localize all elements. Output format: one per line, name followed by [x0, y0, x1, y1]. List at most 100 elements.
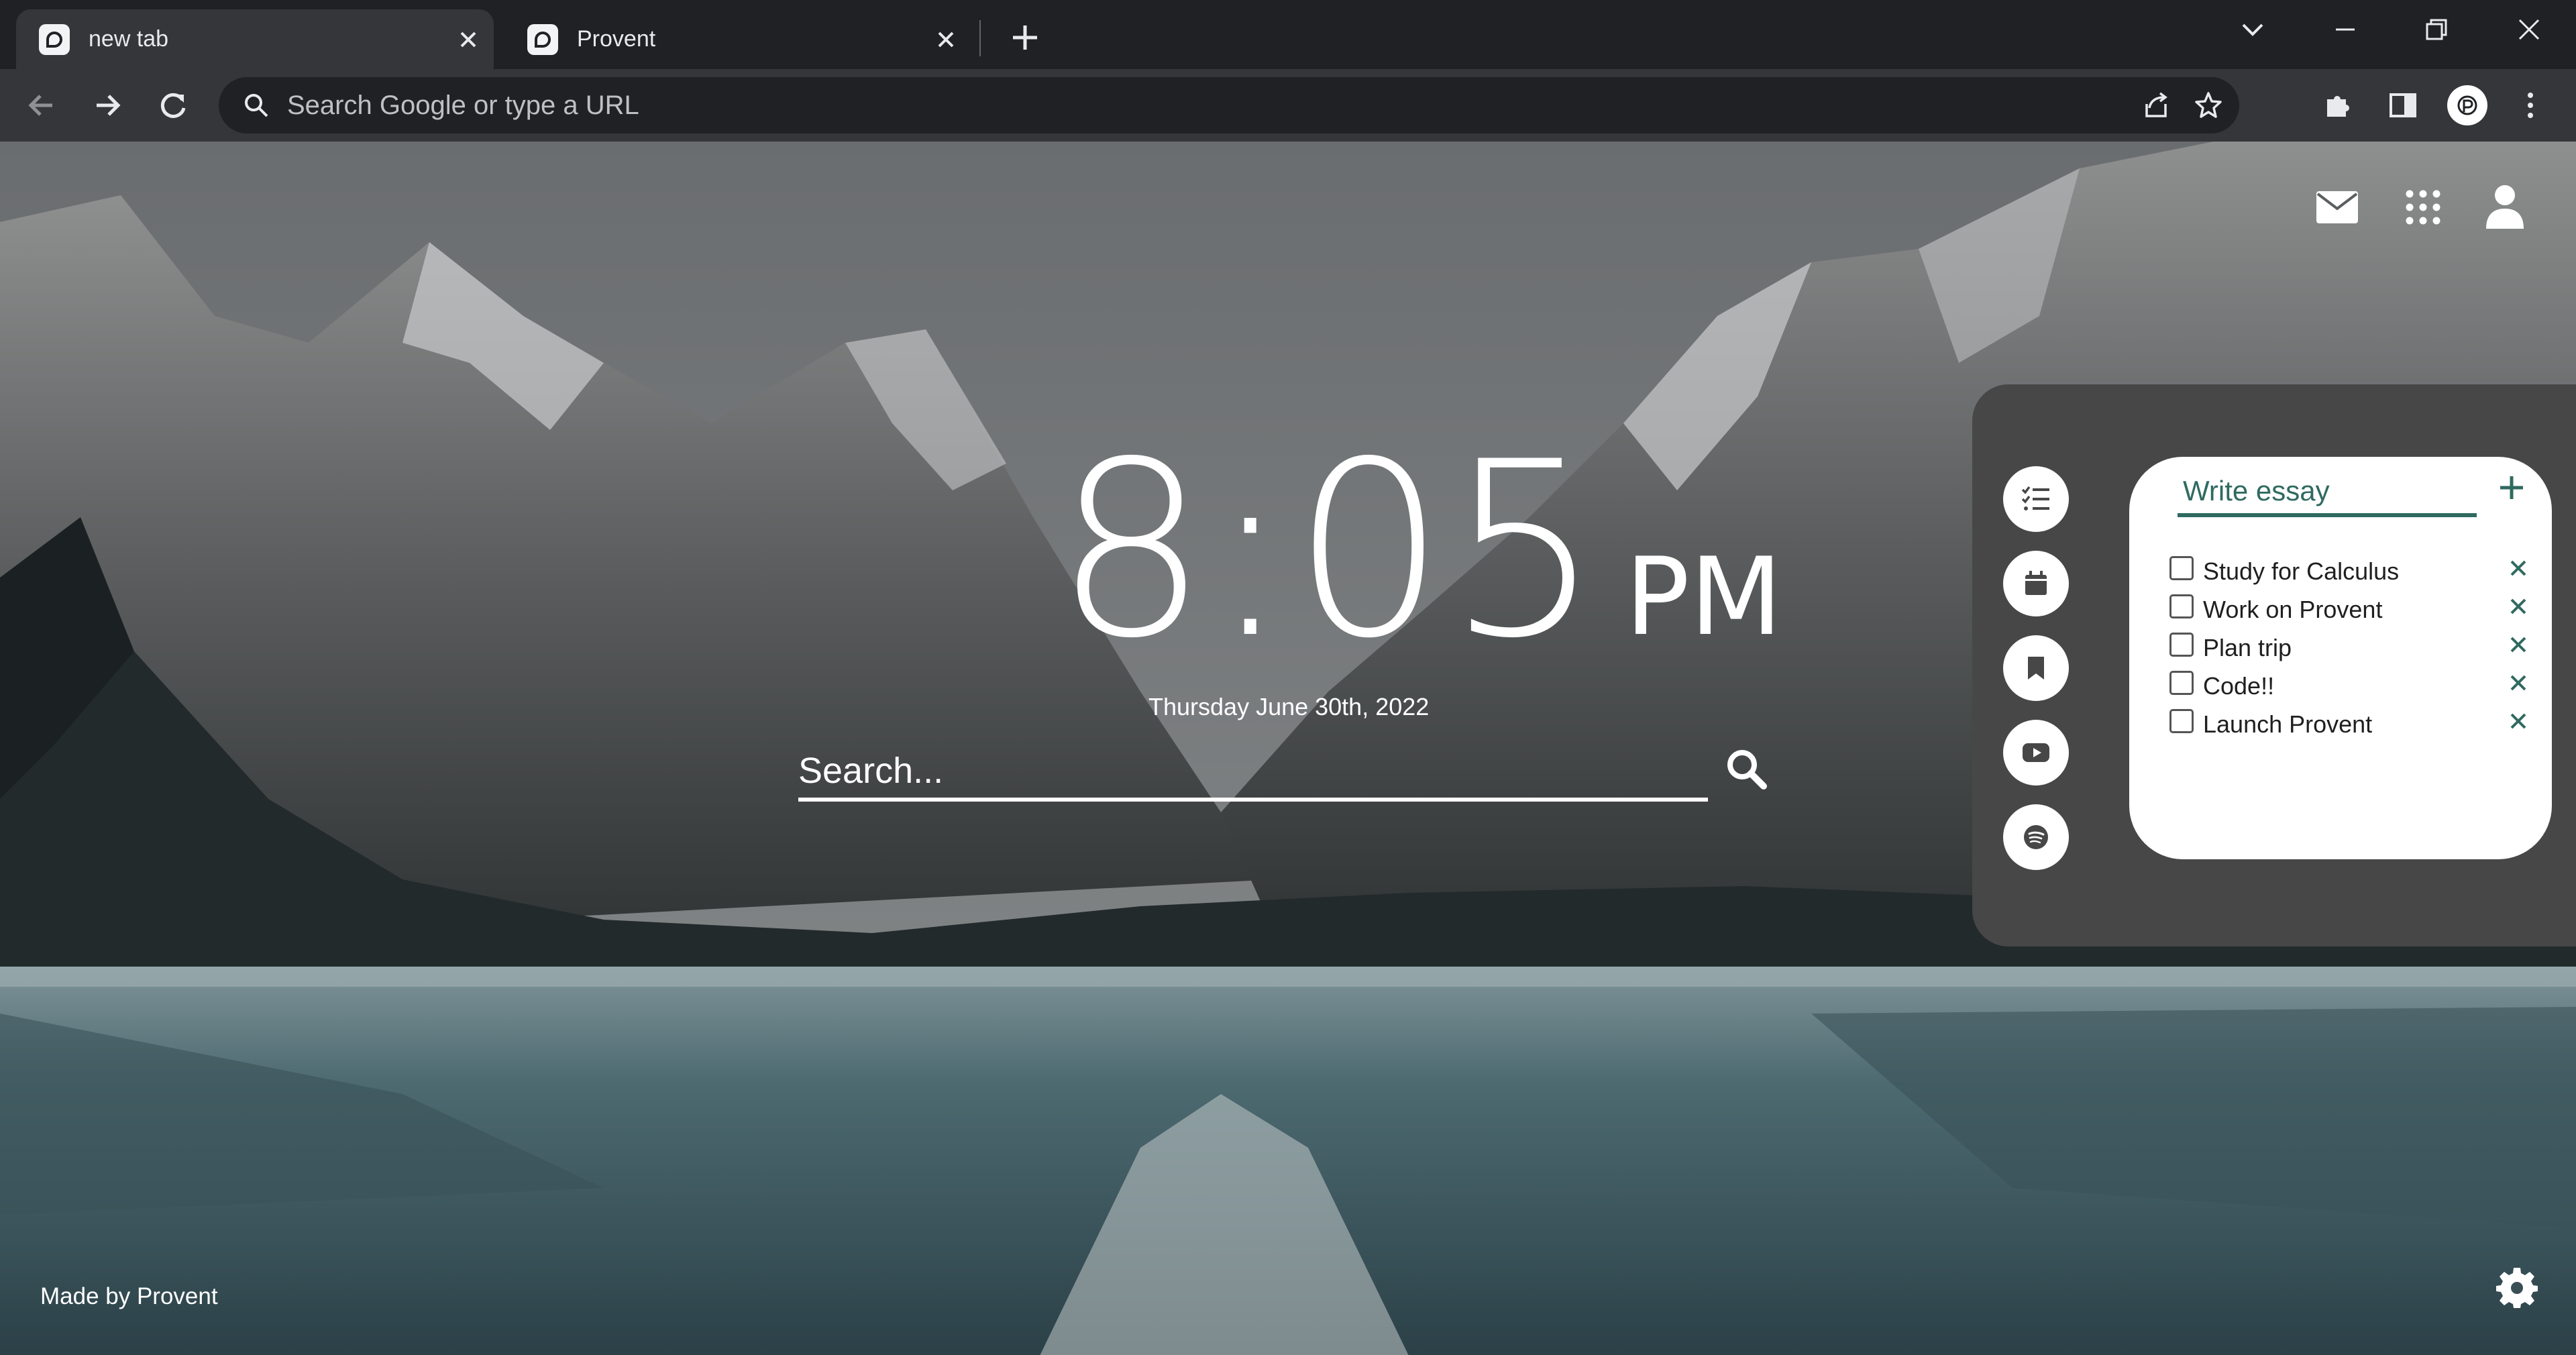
todo-checkbox[interactable] — [2169, 708, 2194, 733]
bookmarks-tab-button[interactable] — [2003, 635, 2069, 701]
tab-new-tab[interactable]: new tab — [16, 9, 494, 69]
todo-checkbox[interactable] — [2169, 555, 2194, 580]
tab-provent[interactable]: Provent — [504, 9, 971, 69]
side-panel-icon — [2390, 93, 2416, 117]
puzzle-icon — [2327, 96, 2349, 117]
todo-list: Study for Calculus Work on Provent Plan tr… — [2169, 552, 2532, 743]
search-submit-button[interactable] — [1723, 745, 1770, 792]
bookmark-icon — [2028, 657, 2044, 680]
browser-menu-button[interactable] — [2509, 84, 2552, 127]
remove-todo-button[interactable] — [2505, 669, 2532, 696]
forward-button[interactable] — [86, 84, 129, 127]
calendar-icon — [2025, 571, 2047, 595]
todo-item: Study for Calculus — [2169, 552, 2532, 590]
spotify-tab-button[interactable] — [2003, 804, 2069, 870]
close-window-button[interactable] — [2502, 9, 2556, 50]
mail-button[interactable] — [2310, 180, 2364, 234]
minimize-button[interactable] — [2318, 9, 2372, 50]
todo-item: Launch Provent — [2169, 705, 2532, 743]
clock: 8:05 PM — [1055, 430, 1782, 671]
todo-checkbox[interactable] — [2169, 594, 2194, 618]
reload-icon — [160, 93, 186, 118]
back-button[interactable] — [20, 84, 63, 127]
tab-title: new tab — [89, 26, 169, 52]
new-tab-button[interactable] — [1004, 16, 1046, 59]
address-input[interactable] — [287, 90, 2135, 121]
close-icon — [938, 32, 954, 47]
todo-item-label: Code!! — [2203, 671, 2275, 700]
todo-item: Work on Provent — [2169, 590, 2532, 629]
arrow-left-icon — [28, 95, 52, 116]
provent-icon — [2457, 95, 2477, 115]
todo-tab-button[interactable] — [2003, 466, 2069, 532]
mail-icon — [2316, 191, 2358, 223]
provent-icon — [39, 23, 70, 55]
apps-button[interactable] — [2396, 180, 2450, 234]
arrow-right-icon — [97, 95, 121, 116]
widget-panel: Study for Calculus Work on Provent Plan tr… — [1972, 384, 2576, 946]
close-icon — [2510, 598, 2526, 614]
account-button[interactable] — [2478, 179, 2532, 233]
todo-checkbox[interactable] — [2169, 670, 2194, 695]
todo-card: Study for Calculus Work on Provent Plan tr… — [2129, 457, 2552, 859]
address-bar[interactable] — [219, 77, 2239, 133]
search-icon — [236, 85, 276, 125]
todo-input[interactable] — [2178, 469, 2477, 513]
reload-button[interactable] — [152, 84, 195, 127]
add-todo-button[interactable] — [2491, 468, 2532, 508]
close-tab-button[interactable] — [452, 23, 484, 56]
browser-toolbar — [0, 69, 2576, 142]
side-panel-button[interactable] — [2381, 84, 2424, 127]
gear-icon — [2496, 1268, 2538, 1308]
profile-button[interactable] — [2446, 84, 2489, 127]
tab-divider — [979, 20, 981, 56]
web-search-field — [798, 744, 1708, 802]
todo-item: Code!! — [2169, 667, 2532, 705]
minimize-icon — [2336, 28, 2355, 31]
close-icon — [2510, 675, 2526, 691]
tab-search-button[interactable] — [2226, 9, 2279, 50]
spotify-icon — [2024, 825, 2048, 849]
date-label: Thursday June 30th, 2022 — [1148, 693, 1430, 720]
todo-item-label: Study for Calculus — [2203, 557, 2400, 585]
share-button[interactable] — [2135, 84, 2178, 127]
todo-item: Plan trip — [2169, 629, 2532, 667]
calendar-tab-button[interactable] — [2003, 551, 2069, 616]
youtube-icon — [2023, 743, 2049, 762]
user-icon — [2486, 185, 2524, 229]
new-tab-page: 8:05 PM Thursday June 30th, 2022 Search.… — [0, 142, 2576, 1355]
close-icon — [460, 32, 476, 47]
todo-item-label: Plan trip — [2203, 633, 2292, 661]
kebab-menu-icon — [2528, 93, 2533, 118]
todo-item-label: Work on Provent — [2203, 595, 2383, 623]
close-icon — [2518, 19, 2540, 40]
youtube-tab-button[interactable] — [2003, 720, 2069, 785]
settings-button[interactable] — [2490, 1260, 2544, 1314]
restore-button[interactable] — [2410, 9, 2463, 50]
extensions-button[interactable] — [2317, 84, 2360, 127]
todo-checkbox[interactable] — [2169, 632, 2194, 657]
close-icon — [2510, 713, 2526, 729]
web-search-input[interactable] — [798, 744, 1708, 798]
share-icon — [2145, 92, 2167, 117]
todo-item-label: Launch Provent — [2203, 710, 2373, 738]
plus-icon — [1013, 25, 1037, 50]
remove-todo-button[interactable] — [2505, 593, 2532, 620]
close-icon — [2510, 637, 2526, 653]
apps-grid-icon — [2406, 190, 2440, 225]
restore-icon — [2426, 19, 2447, 40]
star-icon — [2195, 92, 2222, 118]
remove-todo-button[interactable] — [2505, 555, 2532, 582]
provent-icon — [527, 23, 558, 55]
plus-icon — [2500, 476, 2523, 499]
close-tab-button[interactable] — [930, 23, 962, 56]
todo-list-icon — [2021, 486, 2049, 510]
remove-todo-button[interactable] — [2505, 631, 2532, 658]
clock-ampm: PM — [1625, 534, 1782, 659]
tab-title: Provent — [577, 26, 656, 52]
close-icon — [2510, 560, 2526, 576]
remove-todo-button[interactable] — [2505, 708, 2532, 735]
bookmark-star-button[interactable] — [2187, 84, 2230, 127]
tab-strip: new tab Provent — [0, 0, 2576, 69]
chevron-down-icon — [2242, 23, 2263, 36]
